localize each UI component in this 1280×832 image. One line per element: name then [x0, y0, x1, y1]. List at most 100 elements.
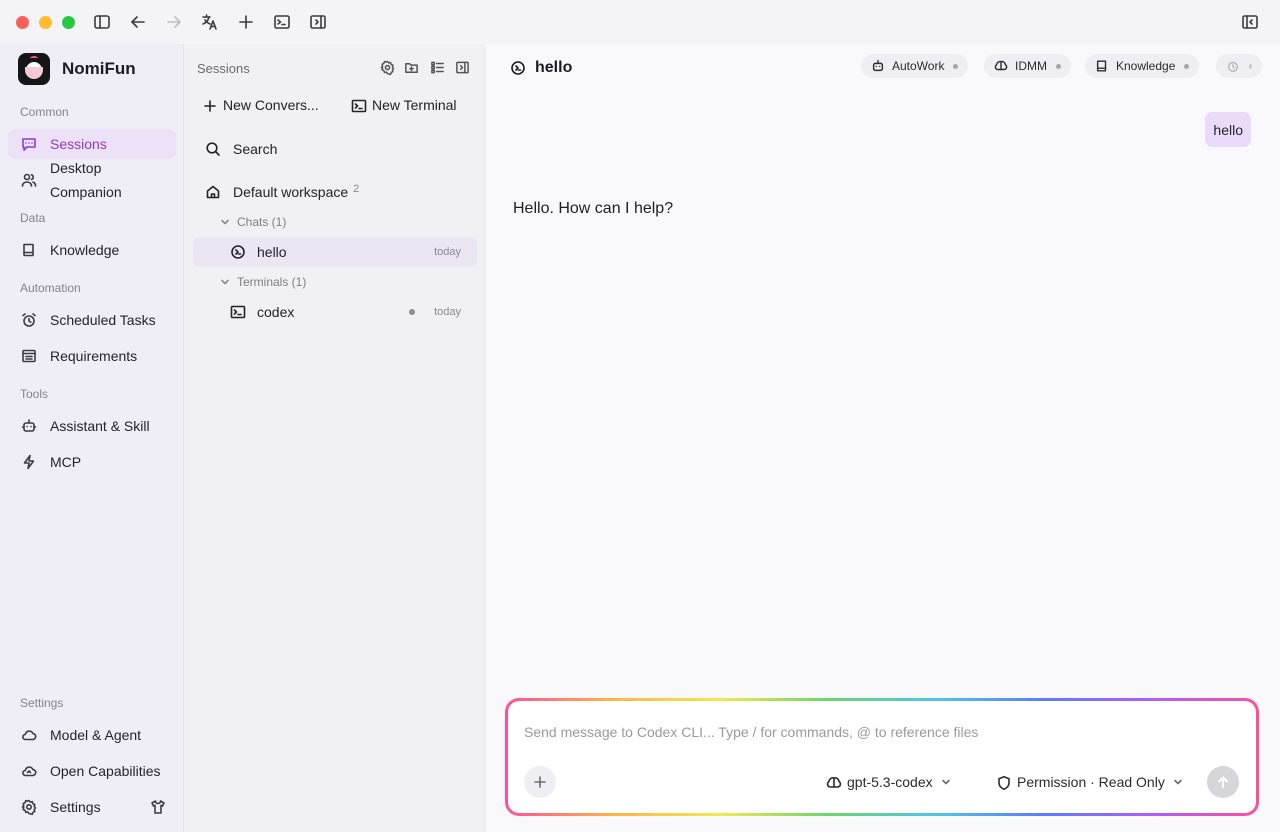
session-item-hello[interactable]: hello today — [193, 237, 477, 267]
session-time: today — [434, 306, 461, 318]
nav-item-knowledge[interactable]: Knowledge — [8, 235, 176, 265]
message-input[interactable]: Send message to Codex CLI... Type / for … — [524, 724, 978, 740]
alarm-clock-icon — [1226, 59, 1240, 73]
gear-icon[interactable] — [380, 60, 396, 76]
shield-icon — [996, 775, 1011, 790]
idmm-toggle[interactable]: IDMM — [984, 54, 1071, 78]
nav-item-mcp[interactable]: MCP — [8, 447, 176, 477]
idmm-label: IDMM — [1015, 59, 1047, 73]
nav-item-scheduled-tasks[interactable]: Scheduled Tasks — [8, 305, 176, 335]
nav-item-assistant-skill[interactable]: Assistant & Skill — [8, 411, 176, 441]
left-navigation: NomiFun Common Sessions Desktop Companio… — [0, 44, 184, 832]
nav-item-label: Settings — [50, 799, 101, 815]
nav-item-model-agent[interactable]: Model & Agent — [8, 720, 176, 750]
collapse-panel-icon[interactable] — [455, 60, 471, 76]
toggle-sidebar-icon[interactable] — [93, 13, 111, 31]
minimize-window-button[interactable] — [39, 16, 52, 29]
section-automation: Automation — [20, 281, 81, 295]
attach-button[interactable] — [524, 766, 556, 798]
robot-icon — [21, 418, 37, 434]
chevron-down-icon — [941, 777, 951, 787]
maximize-window-button[interactable] — [62, 16, 75, 29]
chat-main: hello AutoWork IDMM Knowledge hello Hell… — [486, 44, 1280, 832]
terminal-icon — [230, 304, 246, 320]
panel-right-icon[interactable] — [309, 13, 327, 31]
book-icon — [1095, 59, 1109, 73]
chat-bot-icon — [230, 244, 246, 260]
chat-title: hello — [535, 59, 573, 76]
search-button[interactable]: Search — [205, 141, 277, 157]
composer: Send message to Codex CLI... Type / for … — [505, 698, 1259, 816]
workspace-item[interactable]: Default workspace 2 — [205, 183, 360, 200]
new-folder-icon[interactable] — [404, 60, 420, 76]
chevron-down-icon — [220, 277, 230, 287]
nav-item-label: Requirements — [50, 348, 138, 364]
session-item-codex[interactable]: codex today — [193, 297, 477, 327]
terminals-group-toggle[interactable]: Terminals (1) — [220, 275, 306, 289]
nav-item-label: Model & Agent — [50, 727, 142, 743]
terminals-group-label: Terminals (1) — [237, 275, 307, 289]
app-name: NomiFun — [62, 59, 136, 78]
status-dot — [1249, 63, 1252, 69]
terminal-icon[interactable] — [273, 13, 291, 31]
robot-icon — [871, 59, 885, 73]
status-dot — [409, 309, 415, 315]
translate-icon[interactable] — [201, 13, 219, 31]
alarm-clock-icon — [21, 312, 37, 328]
search-icon — [205, 141, 221, 157]
permission-selector[interactable]: Permission · Read Only — [996, 774, 1189, 790]
panel-left-icon[interactable] — [1241, 13, 1259, 31]
nav-item-open-capabilities[interactable]: Open Capabilities — [8, 756, 176, 786]
search-label: Search — [233, 141, 278, 157]
composer-inner: Send message to Codex CLI... Type / for … — [508, 701, 1256, 813]
cloud-icon — [21, 727, 37, 743]
nav-item-label: Open Capabilities — [50, 763, 161, 779]
chevron-down-icon — [1173, 777, 1183, 787]
chat-header: hello — [510, 59, 572, 77]
new-terminal-button[interactable]: New Terminal — [351, 97, 457, 113]
chevron-down-icon — [220, 217, 230, 227]
nav-item-label: Knowledge — [50, 242, 120, 258]
workspace-count: 2 — [353, 183, 360, 195]
new-conversation-label: New Convers... — [223, 97, 319, 113]
chats-group-label: Chats (1) — [237, 215, 287, 229]
section-data: Data — [20, 211, 46, 225]
back-arrow-icon[interactable] — [129, 13, 147, 31]
close-window-button[interactable] — [16, 16, 29, 29]
section-common: Common — [20, 105, 69, 119]
section-settings: Settings — [20, 696, 64, 710]
section-tools: Tools — [20, 387, 49, 401]
nav-item-sessions[interactable]: Sessions — [8, 129, 176, 159]
terminal-icon — [351, 98, 367, 113]
new-terminal-label: New Terminal — [372, 97, 457, 113]
autowork-toggle[interactable]: AutoWork — [861, 54, 969, 78]
list-view-icon[interactable] — [430, 60, 446, 76]
brand: NomiFun — [18, 53, 136, 85]
list-document-icon — [21, 348, 37, 364]
nav-item-label: MCP — [50, 454, 82, 470]
nav-item-label: Sessions — [50, 136, 107, 152]
model-name: gpt-5.3-codex — [847, 774, 933, 790]
nav-item-label: Assistant & Skill — [50, 418, 150, 434]
new-conversation-button[interactable]: New Convers... — [202, 97, 319, 113]
plus-icon[interactable] — [237, 13, 255, 31]
sessions-panel: Sessions New Convers... New Terminal Sea… — [185, 44, 486, 832]
nav-item-desktop-companion[interactable]: Desktop Companion — [8, 158, 176, 202]
book-icon — [21, 242, 37, 258]
brain-icon — [826, 775, 842, 790]
assistant-message: Hello. How can I help? — [513, 200, 674, 217]
shirt-icon[interactable] — [150, 799, 166, 815]
user-message: hello — [1205, 112, 1251, 147]
forward-arrow-icon[interactable] — [165, 13, 183, 31]
message-square-icon — [21, 136, 37, 152]
model-selector[interactable]: gpt-5.3-codex — [826, 774, 957, 790]
sessions-panel-title: Sessions — [197, 61, 250, 76]
knowledge-toggle[interactable]: Knowledge — [1085, 54, 1200, 78]
nav-item-requirements[interactable]: Requirements — [8, 341, 176, 371]
status-dot — [1056, 63, 1061, 69]
knowledge-label: Knowledge — [1116, 59, 1176, 73]
schedule-toggle[interactable] — [1216, 54, 1262, 78]
session-time: today — [434, 246, 461, 258]
chats-group-toggle[interactable]: Chats (1) — [220, 215, 286, 229]
send-button[interactable] — [1207, 766, 1239, 798]
